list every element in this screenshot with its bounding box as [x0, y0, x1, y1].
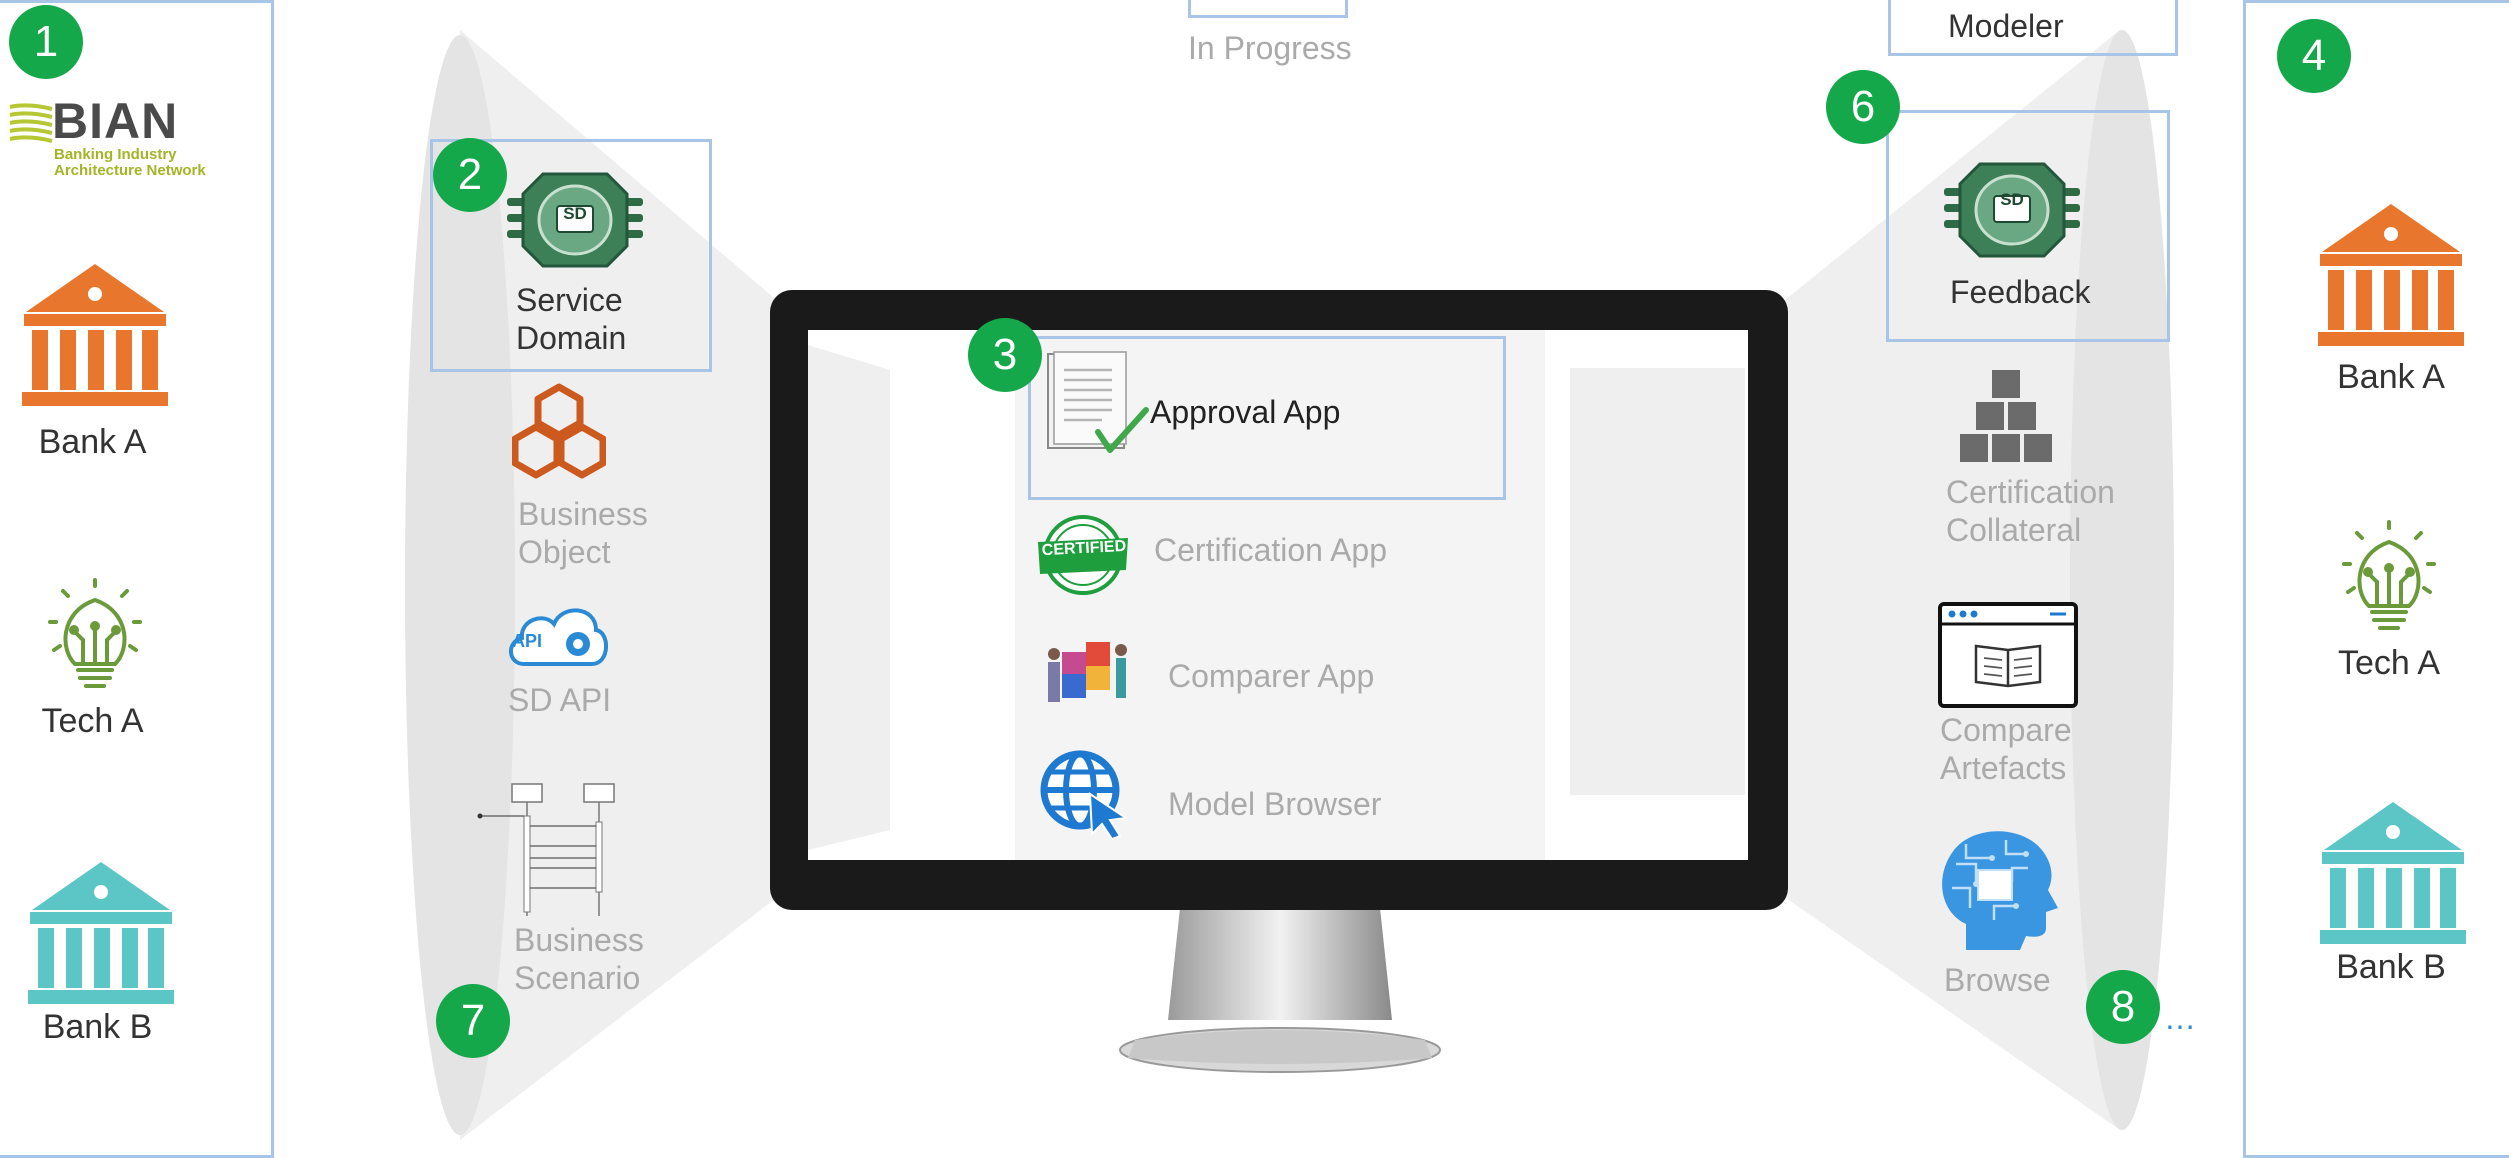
- right-bank-a-label: Bank A: [2337, 358, 2445, 396]
- top-center-label: In Progress: [1188, 30, 1352, 66]
- feedback-label: Feedback: [1950, 274, 2091, 310]
- left-tech-a-label: Tech A: [41, 702, 144, 740]
- badge-3: 3: [968, 318, 1042, 392]
- stacked-boxes-icon: [1960, 370, 2052, 462]
- feedback-sd-icon: [1944, 162, 2080, 258]
- browse-label: Browse: [1944, 962, 2051, 998]
- badge-4: 4: [2277, 19, 2351, 93]
- compare-artefacts-label-2: Artefacts: [1940, 750, 2067, 786]
- business-object-label-1: Business: [518, 496, 648, 532]
- lightbulb-icon: [48, 578, 142, 688]
- ellipsis: …: [2164, 1000, 2196, 1036]
- badge-6: 6: [1826, 70, 1900, 144]
- lightbulb-icon: [2342, 520, 2436, 630]
- comparer-app-label[interactable]: Comparer App: [1168, 658, 1374, 695]
- left-bank-b-label: Bank B: [42, 1008, 153, 1046]
- globe-cursor-icon: [1040, 750, 1129, 840]
- monitor-stand: [1168, 908, 1392, 1020]
- bank-icon: [2318, 204, 2464, 346]
- badge-1: 1: [9, 5, 83, 79]
- business-scenario-label-2: Scenario: [514, 960, 641, 996]
- top-right-label: Modeler: [1948, 8, 2064, 44]
- bian-logo-subtitle-2: Architecture Network: [54, 162, 206, 179]
- model-browser-label[interactable]: Model Browser: [1168, 786, 1381, 823]
- top-center-box: [1188, 0, 1348, 18]
- bian-logo-icon: [9, 103, 53, 143]
- compare-artefacts-label-1: Compare: [1940, 712, 2072, 748]
- ai-head-icon: [1942, 831, 2058, 950]
- business-object-icon: [512, 383, 606, 479]
- business-scenario-label-1: Business: [514, 922, 644, 958]
- certification-collateral-label-2: Collateral: [1946, 512, 2082, 548]
- api-cloud-icon-text: API: [512, 631, 543, 651]
- certification-app-label[interactable]: Certification App: [1154, 532, 1387, 569]
- service-domain-label-1: Service: [516, 282, 623, 318]
- business-object-label-2: Object: [518, 534, 611, 570]
- browser-book-icon: [1938, 602, 2078, 708]
- certification-collateral-label-1: Certification: [1946, 474, 2115, 510]
- puzzle-icon: [1048, 642, 1127, 702]
- bian-logo-subtitle-1: Banking Industry: [54, 146, 177, 163]
- bank-icon: [2320, 802, 2466, 944]
- service-domain-icon-text: SD: [563, 204, 587, 223]
- bank-icon: [28, 862, 174, 1004]
- right-bank-b-label: Bank B: [2336, 948, 2446, 986]
- service-domain-label-2: Domain: [516, 320, 627, 356]
- bian-logo: BIAN Banking Industry Architecture Netwo…: [8, 93, 228, 186]
- business-scenario-icon: [477, 783, 615, 916]
- badge-8: 8: [2086, 970, 2160, 1044]
- badge-7: 7: [436, 984, 510, 1058]
- feedback-sd-icon-text: SD: [2000, 190, 2024, 209]
- bank-icon: [22, 264, 168, 406]
- approval-app-label[interactable]: Approval App: [1150, 394, 1340, 431]
- badge-2: 2: [433, 138, 507, 212]
- approval-document-icon: [1047, 351, 1149, 453]
- sd-api-label: SD API: [508, 682, 612, 718]
- right-tech-a-label: Tech A: [2337, 644, 2441, 682]
- bian-logo-text: BIAN: [52, 93, 179, 149]
- left-bank-a-label: Bank A: [38, 423, 147, 461]
